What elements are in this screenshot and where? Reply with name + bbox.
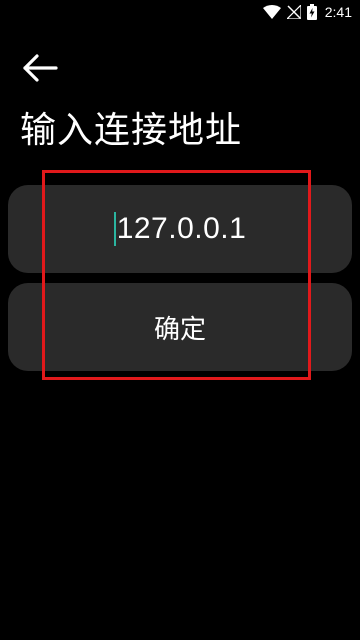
page-title: 输入连接地址 <box>20 110 243 151</box>
no-signal-icon <box>286 5 301 19</box>
address-input-content: 127.0.0.1 <box>113 212 247 246</box>
confirm-button-label: 确定 <box>153 314 206 345</box>
text-cursor <box>113 212 116 246</box>
back-button[interactable] <box>18 48 62 88</box>
status-time: 2:41 <box>324 4 352 20</box>
confirm-button[interactable]: 确定 <box>8 283 352 371</box>
wifi-icon <box>262 5 281 19</box>
address-input[interactable]: 127.0.0.1 <box>8 185 352 273</box>
screen: 2:41 输入连接地址 127.0.0.1 确定 <box>0 0 360 640</box>
status-icons: 2:41 <box>262 3 352 21</box>
address-value: 127.0.0.1 <box>116 212 247 245</box>
status-bar: 2:41 <box>0 0 360 24</box>
battery-icon <box>306 4 317 20</box>
arrow-left-icon <box>23 54 58 82</box>
